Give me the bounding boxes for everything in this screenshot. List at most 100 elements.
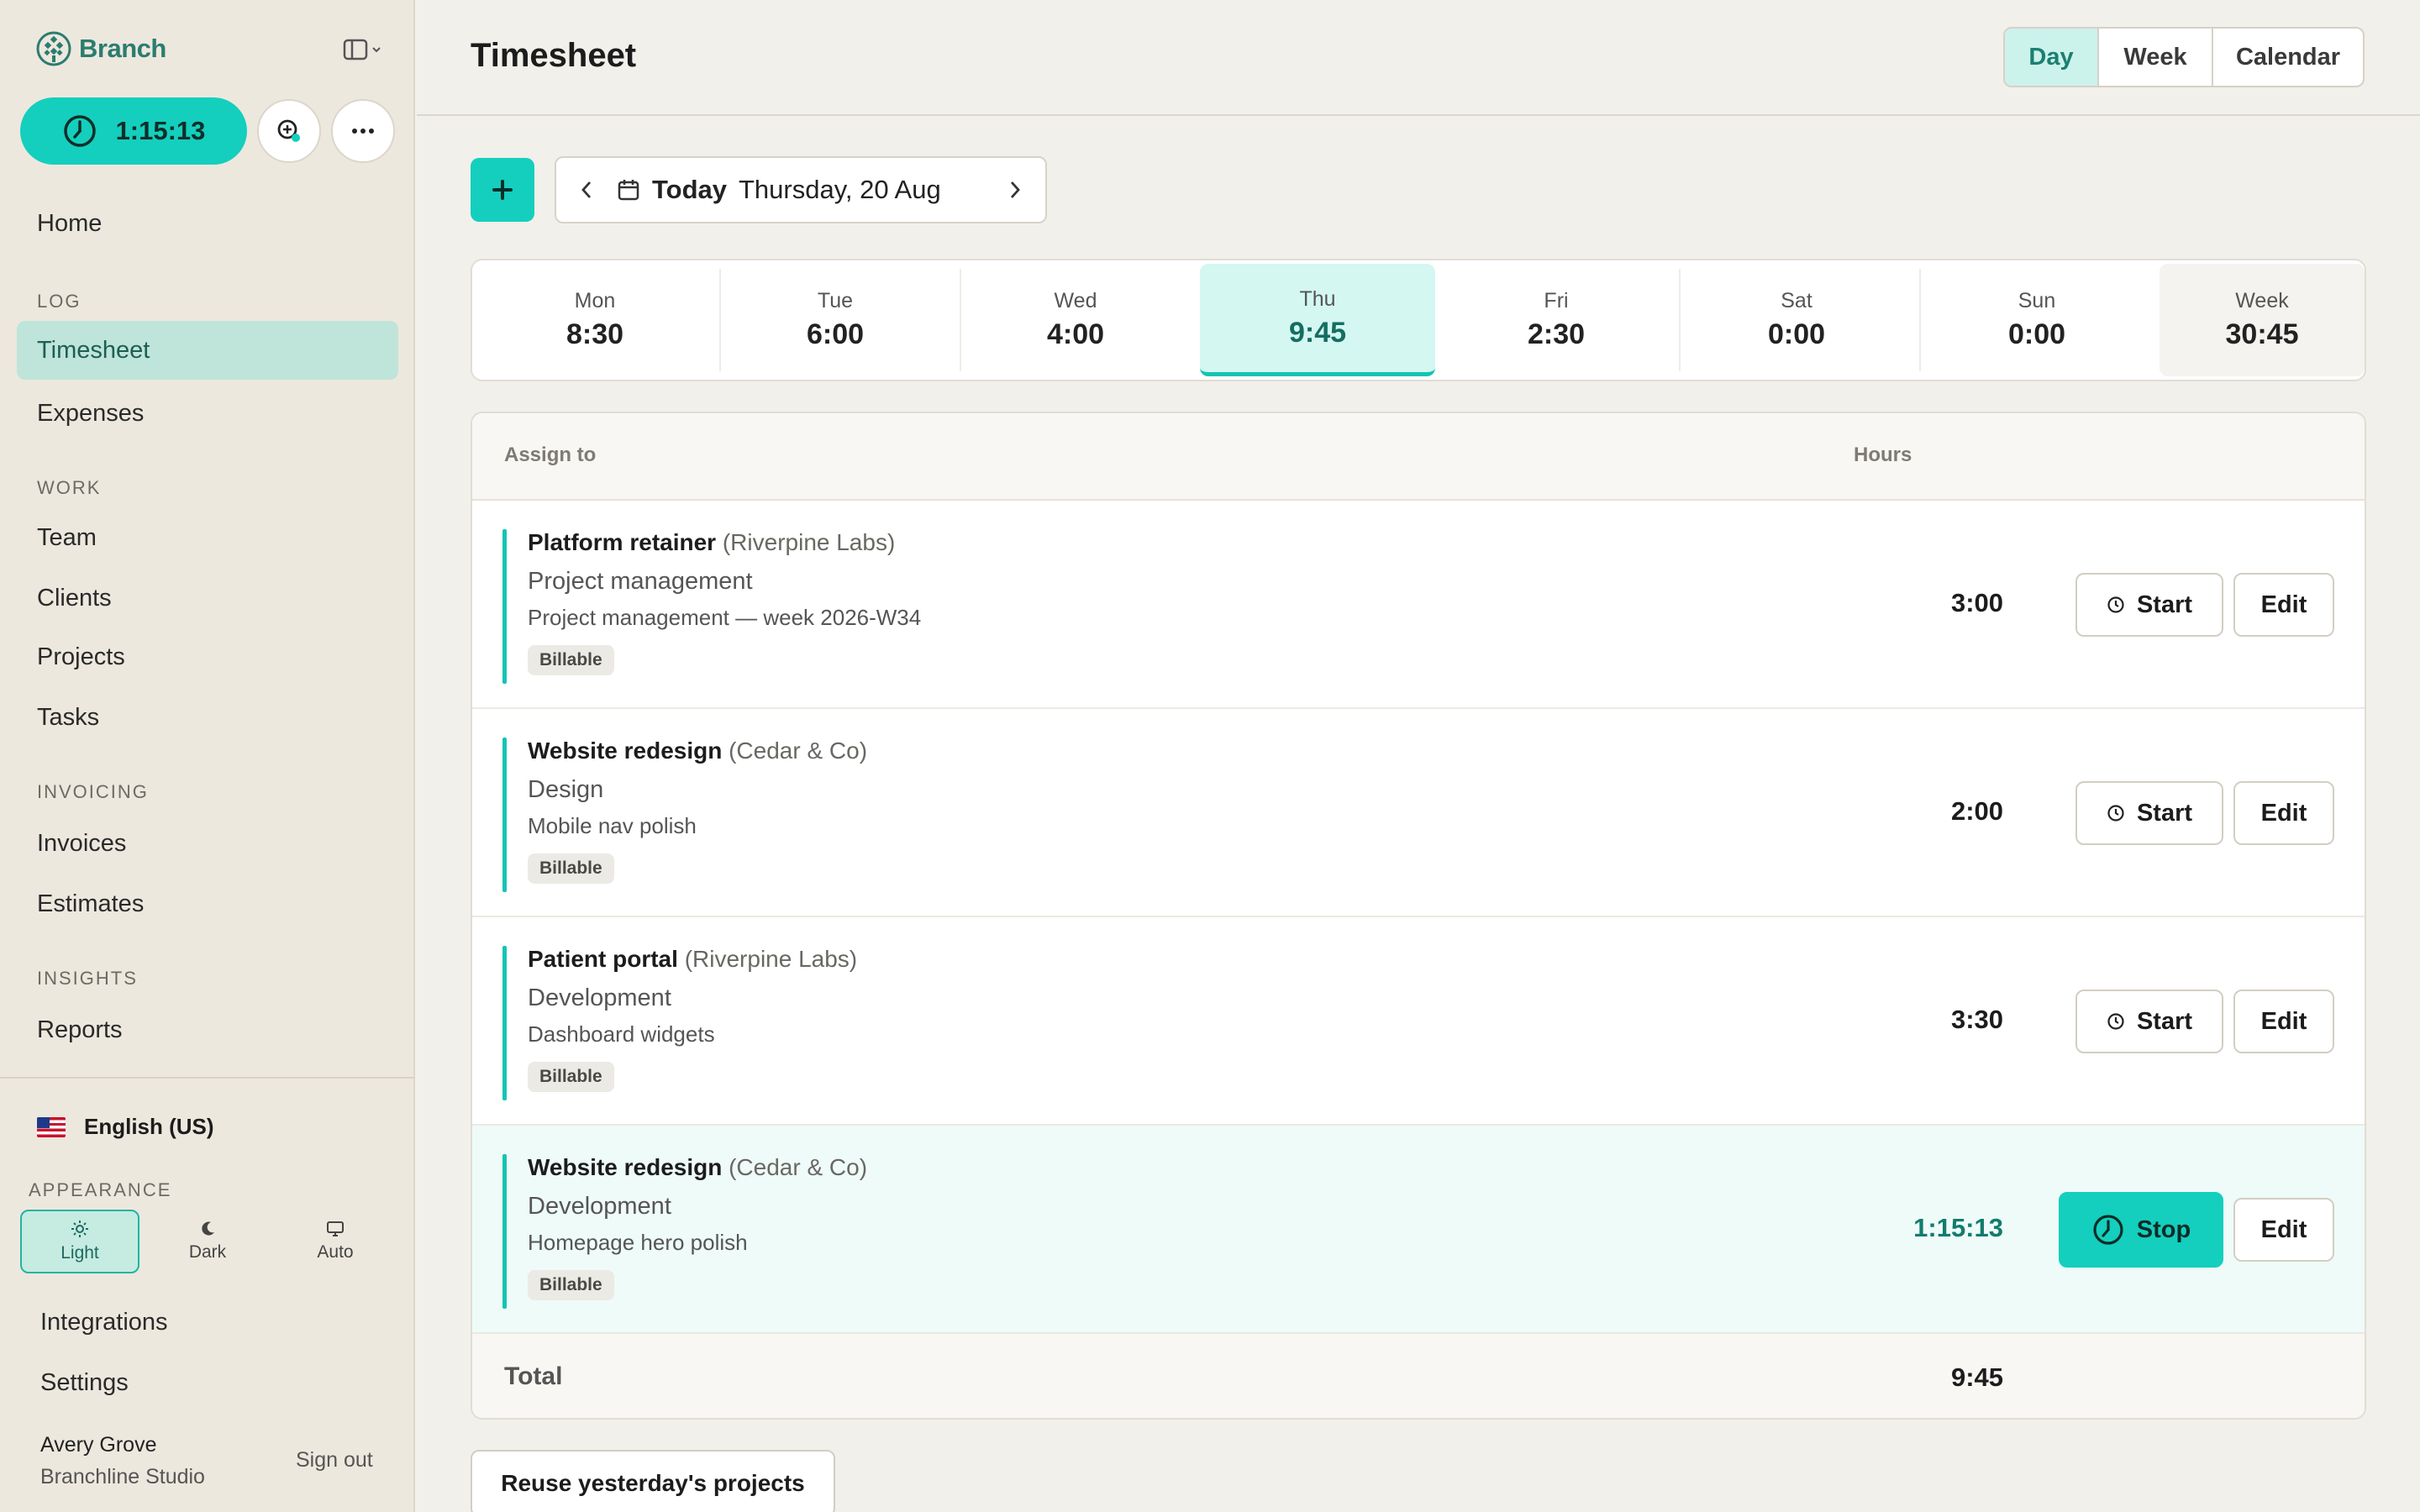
appearance-auto-button[interactable]: Auto — [276, 1210, 395, 1273]
edit-entry-button[interactable]: Edit — [2233, 573, 2334, 637]
edit-entry-button[interactable]: Edit — [2233, 781, 2334, 845]
view-calendar-button[interactable]: Calendar — [2212, 29, 2363, 86]
entry-task: Project management — [528, 568, 753, 595]
appearance-light-button[interactable]: Light — [20, 1210, 139, 1273]
day-name: Mon — [574, 289, 616, 312]
day-tab-tue[interactable]: Tue 6:00 — [716, 264, 955, 376]
entry-project: Website redesign — [528, 738, 723, 764]
section-label-log: LOG — [37, 291, 82, 312]
monitor-icon — [327, 1221, 344, 1236]
plus-icon — [492, 180, 513, 200]
add-timer-button[interactable] — [257, 99, 321, 163]
chevron-down-icon — [372, 47, 381, 53]
nav-invoices[interactable]: Invoices — [37, 830, 126, 858]
appearance-auto-label: Auto — [317, 1242, 354, 1262]
edit-entry-button[interactable]: Edit — [2233, 1198, 2334, 1262]
brand-name: Branch — [79, 34, 166, 63]
day-hours: 2:30 — [1527, 318, 1586, 350]
nav-tasks[interactable]: Tasks — [37, 704, 99, 732]
edit-entry-button[interactable]: Edit — [2233, 990, 2334, 1053]
billable-badge: Billable — [528, 1062, 614, 1092]
prev-day-button[interactable] — [556, 180, 617, 200]
day-tab-mon[interactable]: Mon 8:30 — [476, 264, 714, 376]
day-name: Sat — [1781, 289, 1812, 312]
row-accent-bar — [502, 1154, 507, 1309]
view-week-button[interactable]: Week — [2097, 29, 2212, 86]
timer-plus-icon — [277, 119, 300, 142]
day-hours: 0:00 — [1767, 318, 1826, 350]
add-entry-button[interactable] — [471, 158, 534, 222]
entry-project: Patient portal — [528, 946, 678, 972]
sidebar-toggle-button[interactable] — [343, 39, 381, 60]
table-row: Patient portal (Riverpine Labs) Developm… — [472, 917, 2365, 1126]
page-title: Timesheet — [471, 37, 637, 74]
appearance-dark-button[interactable]: Dark — [148, 1210, 267, 1273]
us-flag-icon — [37, 1116, 66, 1137]
billable-badge: Billable — [528, 853, 614, 884]
start-label: Start — [2136, 591, 2193, 618]
language-selector[interactable]: English (US) — [37, 1114, 214, 1140]
nav-expenses[interactable]: Expenses — [37, 400, 144, 428]
entry-task: Design — [528, 776, 604, 803]
running-timer-button[interactable]: 1:15:13 — [20, 97, 247, 165]
view-day-button[interactable]: Day — [2005, 29, 2097, 86]
entry-task: Development — [528, 984, 671, 1011]
entry-title: Patient portal (Riverpine Labs) — [528, 946, 857, 973]
reuse-yesterdays-projects-button[interactable]: Reuse yesterday's projects — [471, 1450, 835, 1512]
entry-hours: 2:00 — [1950, 796, 2003, 826]
date-picker-button[interactable]: Today Thursday, 20 Aug — [617, 175, 985, 205]
day-tab-wed[interactable]: Wed 4:00 — [956, 264, 1195, 376]
stop-label: Stop — [2136, 1215, 2191, 1243]
date-navigator: Today Thursday, 20 Aug — [555, 156, 1047, 223]
clock-icon — [2107, 1013, 2124, 1030]
timer-icon — [2093, 1215, 2123, 1245]
nav-home[interactable]: Home — [37, 210, 102, 238]
brand[interactable]: Branch — [35, 30, 166, 67]
day-tab-fri[interactable]: Fri 2:30 — [1437, 264, 1676, 376]
entry-note: Dashboard widgets — [528, 1021, 715, 1047]
total-label: Total — [504, 1362, 563, 1390]
day-tab-sun[interactable]: Sun 0:00 — [1918, 264, 2156, 376]
nav-clients[interactable]: Clients — [37, 585, 112, 612]
entry-client: (Riverpine Labs) — [684, 946, 858, 972]
start-timer-button[interactable]: Start — [2075, 781, 2223, 845]
entry-note: Mobile nav polish — [528, 813, 697, 838]
nav-estimates[interactable]: Estimates — [37, 890, 144, 918]
start-timer-button[interactable]: Start — [2075, 573, 2223, 637]
page-header: Timesheet Day Week Calendar — [417, 0, 2420, 116]
user-name: Avery Grove — [40, 1433, 157, 1457]
start-timer-button[interactable]: Start — [2075, 990, 2223, 1053]
table-total-row: Total 9:45 — [472, 1334, 2365, 1418]
day-name: Sun — [2018, 289, 2056, 312]
day-hours: 6:00 — [806, 318, 865, 350]
more-options-button[interactable] — [331, 99, 395, 163]
nav-settings[interactable]: Settings — [40, 1369, 129, 1397]
nav-team[interactable]: Team — [37, 524, 97, 552]
appearance-switcher: Light Dark Auto — [20, 1210, 395, 1273]
day-tab-sat[interactable]: Sat 0:00 — [1677, 264, 1916, 376]
section-label-work: WORK — [37, 477, 102, 498]
entry-client: (Cedar & Co) — [729, 738, 868, 764]
nav-reports[interactable]: Reports — [37, 1016, 123, 1044]
nav-integrations[interactable]: Integrations — [40, 1309, 168, 1336]
total-hours: 9:45 — [1950, 1362, 2003, 1392]
table-row-running: Website redesign (Cedar & Co) Developmen… — [472, 1126, 2365, 1334]
nav-projects[interactable]: Projects — [37, 643, 125, 671]
sidebar-panel-icon — [343, 39, 368, 60]
day-hours: 0:00 — [2007, 318, 2066, 350]
next-day-button[interactable] — [985, 180, 1045, 200]
more-horizontal-icon — [352, 129, 374, 134]
sidebar-divider — [0, 1077, 415, 1079]
entry-title: Website redesign (Cedar & Co) — [528, 1154, 867, 1181]
day-name: Tue — [817, 289, 854, 312]
appearance-dark-label: Dark — [188, 1242, 227, 1262]
today-label: Today — [652, 175, 727, 204]
day-hours: 8:30 — [566, 318, 624, 350]
branch-logo-icon — [36, 31, 71, 66]
sign-out-link[interactable]: Sign out — [296, 1448, 373, 1473]
entry-note: Homepage hero polish — [528, 1230, 748, 1255]
nav-timesheet[interactable]: Timesheet — [17, 321, 398, 380]
stop-timer-button[interactable]: Stop — [2059, 1192, 2223, 1268]
language-label: English (US) — [84, 1114, 214, 1139]
day-tab-thu[interactable]: Thu 9:45 — [1200, 264, 1435, 376]
